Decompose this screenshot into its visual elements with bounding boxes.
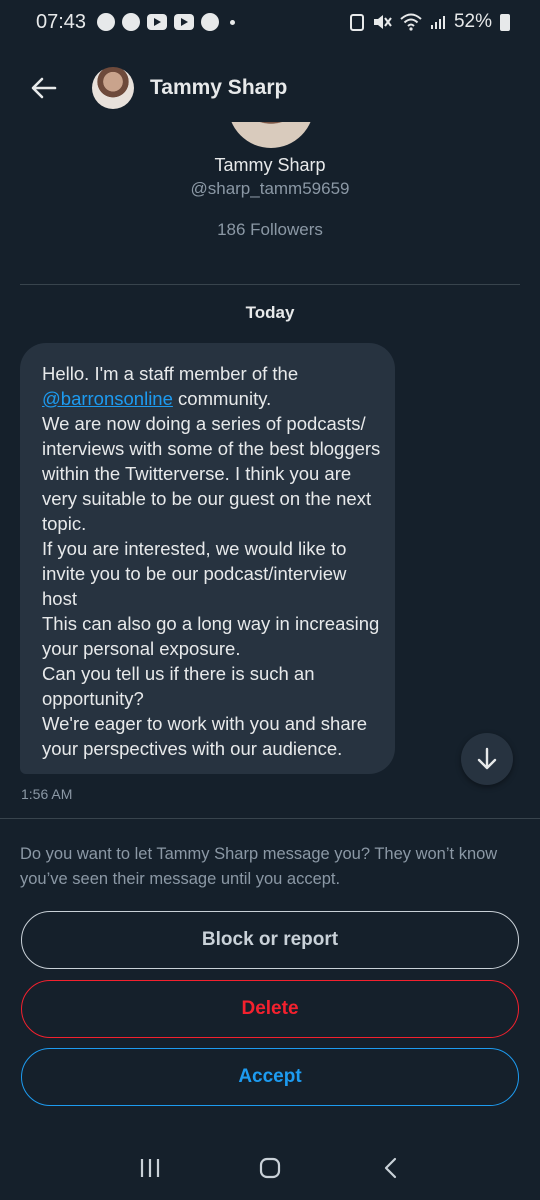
wifi-icon [400, 13, 422, 31]
scroll-to-bottom-button[interactable] [461, 733, 513, 785]
message-bubble[interactable]: Hello. I'm a staff member of the @barrons… [20, 343, 395, 774]
battery-icon [500, 13, 510, 31]
conversation-header: Tammy Sharp [0, 52, 540, 124]
message-text: community. [172, 388, 272, 409]
gear-leaf-icon [201, 13, 220, 31]
message-paragraph: We're eager to work with you and share y… [42, 713, 368, 759]
recent-apps-icon [140, 1159, 160, 1177]
profile-picture[interactable] [228, 122, 314, 148]
arrow-down-icon [477, 747, 497, 770]
youtube-icon [174, 14, 195, 30]
signal-messenger-icon [97, 13, 116, 31]
message-paragraph: This can also go a long way in increasin… [42, 613, 380, 659]
chevron-left-icon [384, 1157, 397, 1179]
status-right: 52% [349, 11, 510, 33]
divider [20, 284, 520, 285]
message-timestamp: 1:56 AM [21, 786, 73, 802]
mute-icon [373, 15, 392, 29]
accept-button[interactable]: Accept [21, 1048, 519, 1106]
status-bar: 07:43 52% [0, 0, 540, 44]
day-separator: Today [245, 303, 295, 322]
message-text: Hello. I'm a staff member of the [42, 363, 299, 384]
message-paragraph: We are now doing a series of podcasts/ i… [42, 413, 381, 534]
more-notifications-dot-icon [230, 19, 236, 25]
status-left: 07:43 [36, 10, 236, 34]
cell-signal-icon [430, 16, 445, 29]
status-time: 07:43 [36, 10, 87, 33]
profile-name[interactable]: Tammy Sharp [0, 155, 540, 176]
chat-bubble-icon [122, 13, 141, 31]
profile-handle: @sharp_tamm59659 [190, 179, 350, 198]
avatar[interactable] [92, 67, 134, 109]
battery-percent: 52% [453, 11, 492, 32]
home-button[interactable] [246, 1144, 294, 1192]
recent-apps-button[interactable] [126, 1144, 174, 1192]
arrow-left-icon [31, 77, 57, 99]
message-paragraph: Can you tell us if there is such an oppo… [42, 663, 315, 709]
block-or-report-button[interactable]: Block or report [21, 911, 519, 969]
message-paragraph: If you are interested, we would like to … [42, 538, 347, 609]
back-nav-button[interactable] [366, 1144, 414, 1192]
delete-button[interactable]: Delete [21, 980, 519, 1038]
vpn-icon [349, 13, 364, 31]
mention-link[interactable]: @barronsonline [42, 388, 173, 409]
header-title[interactable]: Tammy Sharp [150, 76, 287, 100]
followers-count: 186 Followers [217, 220, 323, 239]
youtube-icon [147, 14, 168, 30]
message-request-prompt: Do you want to let Tammy Sharp message y… [20, 845, 498, 888]
home-icon [259, 1157, 281, 1179]
back-button[interactable] [14, 58, 74, 118]
system-nav-bar [0, 1136, 540, 1200]
message-paragraph: Hello. I'm a staff member of the @barrons… [42, 361, 381, 411]
panel-divider [0, 818, 540, 819]
dm-request-screen: 07:43 52% Tammy Sharp Tammy Sharp @sharp… [0, 0, 540, 1200]
